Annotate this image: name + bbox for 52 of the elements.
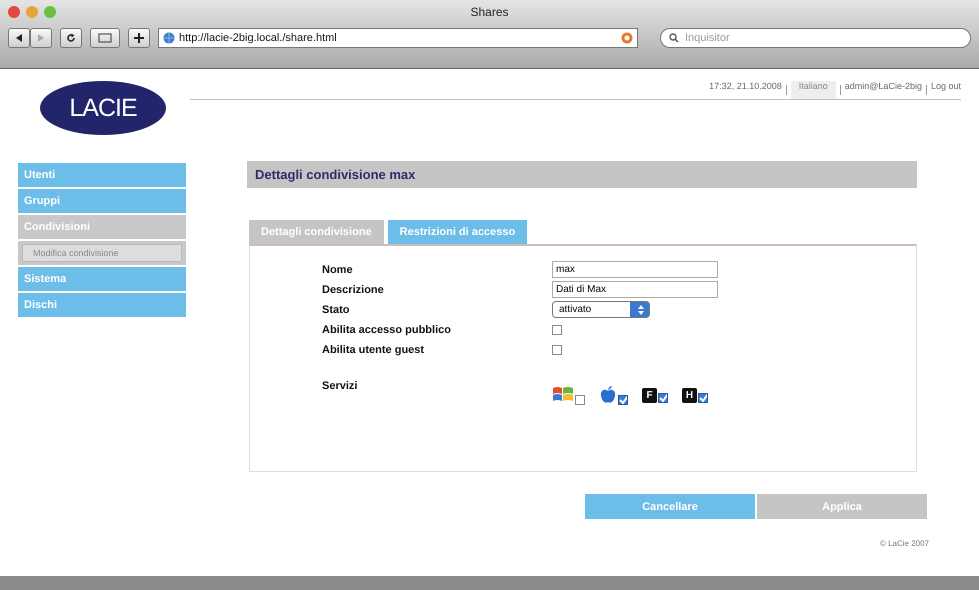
back-button[interactable] — [8, 28, 30, 48]
search-field[interactable]: Inquisitor — [660, 28, 971, 48]
forward-button[interactable] — [30, 28, 52, 48]
cancel-button[interactable]: Cancellare — [585, 494, 755, 519]
close-button[interactable] — [8, 6, 20, 18]
window-title: Shares — [469, 5, 510, 19]
checkbox[interactable] — [618, 395, 628, 405]
add-bookmark-button[interactable] — [128, 28, 150, 48]
screen-icon — [98, 33, 112, 43]
field-label: Descrizione — [322, 284, 385, 296]
plus-icon — [134, 33, 144, 43]
search-icon — [669, 33, 681, 43]
text-field[interactable]: Dati di Max — [552, 281, 718, 298]
user-name: admin@LaCie-2big — [844, 81, 922, 93]
service-icon: H — [682, 388, 697, 402]
sidebar-subitem[interactable]: Modifica condivisione — [22, 244, 182, 262]
globe-icon — [163, 32, 175, 44]
sidebar-item[interactable]: Dischi — [18, 293, 186, 317]
date-time: 17:32, 21.10.2008 — [709, 81, 782, 93]
sidebar-item[interactable]: Sistema — [18, 267, 186, 291]
sidebar-item[interactable]: Gruppi — [18, 189, 186, 213]
panel-title: Dettagli condivisione max — [247, 161, 917, 188]
apply-button[interactable]: Applica — [757, 494, 927, 519]
logout-link[interactable]: Log out — [930, 81, 961, 99]
checkbox[interactable] — [698, 392, 708, 402]
checkbox[interactable] — [575, 395, 585, 405]
checkbox[interactable] — [552, 344, 562, 354]
logo: LACIE — [40, 81, 166, 135]
field-label: Servizi — [322, 380, 358, 394]
checkbox[interactable] — [552, 324, 562, 334]
reload-icon — [66, 33, 76, 43]
service-icon: F — [642, 388, 657, 402]
sidebar-item[interactable]: Utenti — [18, 163, 186, 187]
field-label: Stato — [322, 304, 350, 316]
forward-icon — [37, 34, 45, 42]
language-select[interactable]: Italiano — [790, 81, 836, 99]
status-select[interactable]: attivato — [552, 301, 650, 318]
back-icon — [15, 34, 23, 42]
copyright-text: © LaCie 2007 — [880, 539, 929, 548]
screen-button[interactable] — [90, 28, 120, 48]
checkbox[interactable] — [658, 392, 668, 402]
updown-icon — [637, 304, 645, 316]
tab[interactable]: Dettagli condivisione — [249, 220, 384, 244]
feed-icon[interactable] — [621, 32, 633, 44]
field-label: Nome — [322, 264, 354, 276]
field-label: Abilita utente guest — [322, 344, 426, 356]
apple-icon — [599, 385, 617, 405]
reload-button[interactable] — [60, 28, 82, 48]
text-field[interactable]: max — [552, 261, 718, 278]
field-label: Abilita accesso pubblico — [322, 324, 452, 336]
address-field[interactable]: http://lacie-2big.local./share.html — [158, 28, 638, 48]
tab[interactable]: Restrizioni di accesso — [388, 220, 528, 244]
